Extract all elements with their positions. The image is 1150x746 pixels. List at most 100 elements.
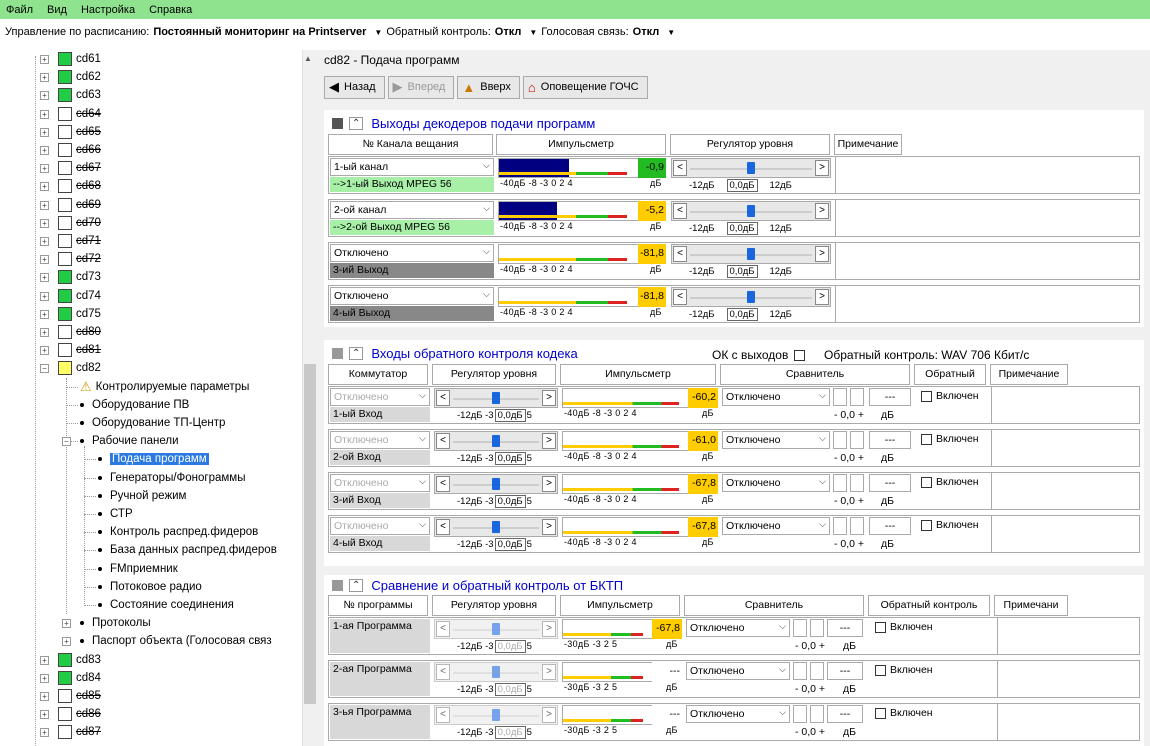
tree-node-cd85[interactable]: cd85 [58,687,101,705]
expand-toggle[interactable]: + [40,73,49,83]
back-button[interactable]: ◀ Назад [324,75,385,99]
tree-node-cd69[interactable]: cd69 [58,196,101,214]
enabled-checkbox[interactable]: Включен [875,621,933,633]
menu-item[interactable]: Настройка [81,4,135,16]
combo-box[interactable]: Отключено ⌵ [686,705,790,723]
slider-thumb[interactable] [492,478,500,490]
combo-box[interactable]: Отключено ⌵ [330,474,430,492]
expand-toggle[interactable]: + [40,309,49,319]
expand-toggle[interactable]: + [40,255,49,265]
compare-box[interactable] [810,619,824,637]
expand-toggle[interactable]: + [40,55,49,64]
tree-node-cd81[interactable]: cd81 [58,341,101,359]
level-slider[interactable]: < > [671,287,831,307]
tree-node-child[interactable]: ⚠ Контролируемые параметры [80,378,249,396]
note-cell[interactable] [835,157,1139,193]
enabled-checkbox[interactable]: Включен [921,390,979,402]
slider-thumb[interactable] [492,709,500,721]
tree-node-panel[interactable]: Потоковое радио [98,578,202,596]
expand-toggle[interactable]: − [40,364,49,374]
collapse-chevron-icon[interactable]: ⌃ [349,579,364,592]
tree-node-panel[interactable]: СТР [98,505,133,523]
compare-box[interactable] [793,705,807,723]
combo-box[interactable]: Отключено ⌵ [722,431,830,449]
compare-box[interactable] [793,662,807,680]
tree-node-cd84[interactable]: cd84 [58,669,101,687]
checkbox-icon[interactable] [794,349,806,361]
chevron-down-icon[interactable]: ▼ [529,28,537,37]
combo-box[interactable]: Отключено ⌵ [330,431,430,449]
checkbox-icon[interactable] [875,707,886,719]
expand-toggle[interactable]: + [40,146,49,155]
section-header[interactable]: ⌃ Сравнение и обратный контроль от БКТП [332,578,623,593]
slider-left-button[interactable]: < [436,433,450,449]
collapse-chevron-icon[interactable]: ⌃ [349,117,364,130]
slider-left-button[interactable]: < [673,160,687,176]
compare-box[interactable] [793,619,807,637]
tree-node-child[interactable]: Оборудование ПВ [80,396,189,414]
expand-toggle[interactable]: + [40,91,49,101]
note-cell[interactable] [991,387,1139,423]
compare-box[interactable] [810,662,824,680]
tree-node-cd68[interactable]: cd68 [58,177,101,195]
tree-node-cd62[interactable]: cd62 [58,68,101,86]
collapse-square-icon[interactable] [332,348,343,359]
level-slider[interactable]: < > [434,619,558,639]
compare-box[interactable] [850,431,864,449]
tree-node-cd70[interactable]: cd70 [58,214,101,232]
tree-node-cd71[interactable]: cd71 [58,232,101,250]
expand-toggle[interactable]: + [40,218,49,228]
slider-left-button[interactable]: < [436,664,450,680]
expand-toggle[interactable]: + [40,200,49,210]
enabled-checkbox[interactable]: Включен [921,519,979,531]
compare-box[interactable] [850,474,864,492]
note-cell[interactable] [991,430,1139,466]
tree-node-cd61[interactable]: cd61 [58,50,101,68]
slider-thumb[interactable] [747,205,755,217]
tree-node-child[interactable]: Протоколы [80,614,151,632]
slider-thumb[interactable] [747,291,755,303]
slider-thumb[interactable] [492,435,500,447]
tree-node-panel[interactable]: Контроль распред.фидеров [98,523,258,541]
tree-node-cd66[interactable]: cd66 [58,141,101,159]
menu-item[interactable]: Вид [47,4,67,16]
combo-box[interactable]: 2-ой канал ⌵ [330,201,494,219]
collapse-square-icon[interactable] [332,118,343,129]
combo-box[interactable]: 1-ый канал ⌵ [330,158,494,176]
expand-toggle[interactable]: + [40,291,49,301]
combo-box[interactable]: Отключено ⌵ [330,287,494,305]
note-cell[interactable] [835,243,1139,279]
tree-node-panel[interactable]: FMприемник [98,560,178,578]
expand-toggle[interactable]: + [40,346,49,356]
slider-right-button[interactable]: > [815,246,829,262]
tree-node-panel[interactable]: Генераторы/Фонограммы [98,469,245,487]
note-cell[interactable] [991,473,1139,509]
menu-item[interactable]: Справка [149,4,192,16]
tree-node-cd73[interactable]: cd73 [58,268,101,286]
slider-left-button[interactable]: < [436,519,450,535]
tree-node-cd80[interactable]: cd80 [58,323,101,341]
checkbox-icon[interactable] [875,621,886,633]
expand-toggle[interactable]: + [40,728,49,738]
checkbox-icon[interactable] [921,476,932,488]
level-slider[interactable]: < > [434,474,558,494]
level-slider[interactable]: < > [671,201,831,221]
combo-box[interactable]: Отключено ⌵ [686,619,790,637]
checkbox-icon[interactable] [921,433,932,445]
compare-box[interactable] [850,388,864,406]
tree-node-cd63[interactable]: cd63 [58,86,101,104]
slider-left-button[interactable]: < [436,390,450,406]
expand-toggle[interactable]: + [40,164,49,174]
section-header[interactable]: ⌃ Входы обратного контроля кодека [332,346,578,361]
tree-node-child[interactable]: Рабочие панели [80,432,179,450]
compare-box[interactable] [833,474,847,492]
tree-node-panel[interactable]: Ручной режим [98,487,186,505]
slider-left-button[interactable]: < [673,203,687,219]
slider-right-button[interactable]: > [542,621,556,637]
slider-thumb[interactable] [492,623,500,635]
expand-toggle[interactable]: + [40,127,49,137]
forward-button[interactable]: ▶ Вперед [387,75,455,99]
chevron-down-icon[interactable]: ▼ [667,28,675,37]
tree-node-cd87[interactable]: cd87 [58,723,101,741]
combo-box[interactable]: Отключено ⌵ [722,388,830,406]
